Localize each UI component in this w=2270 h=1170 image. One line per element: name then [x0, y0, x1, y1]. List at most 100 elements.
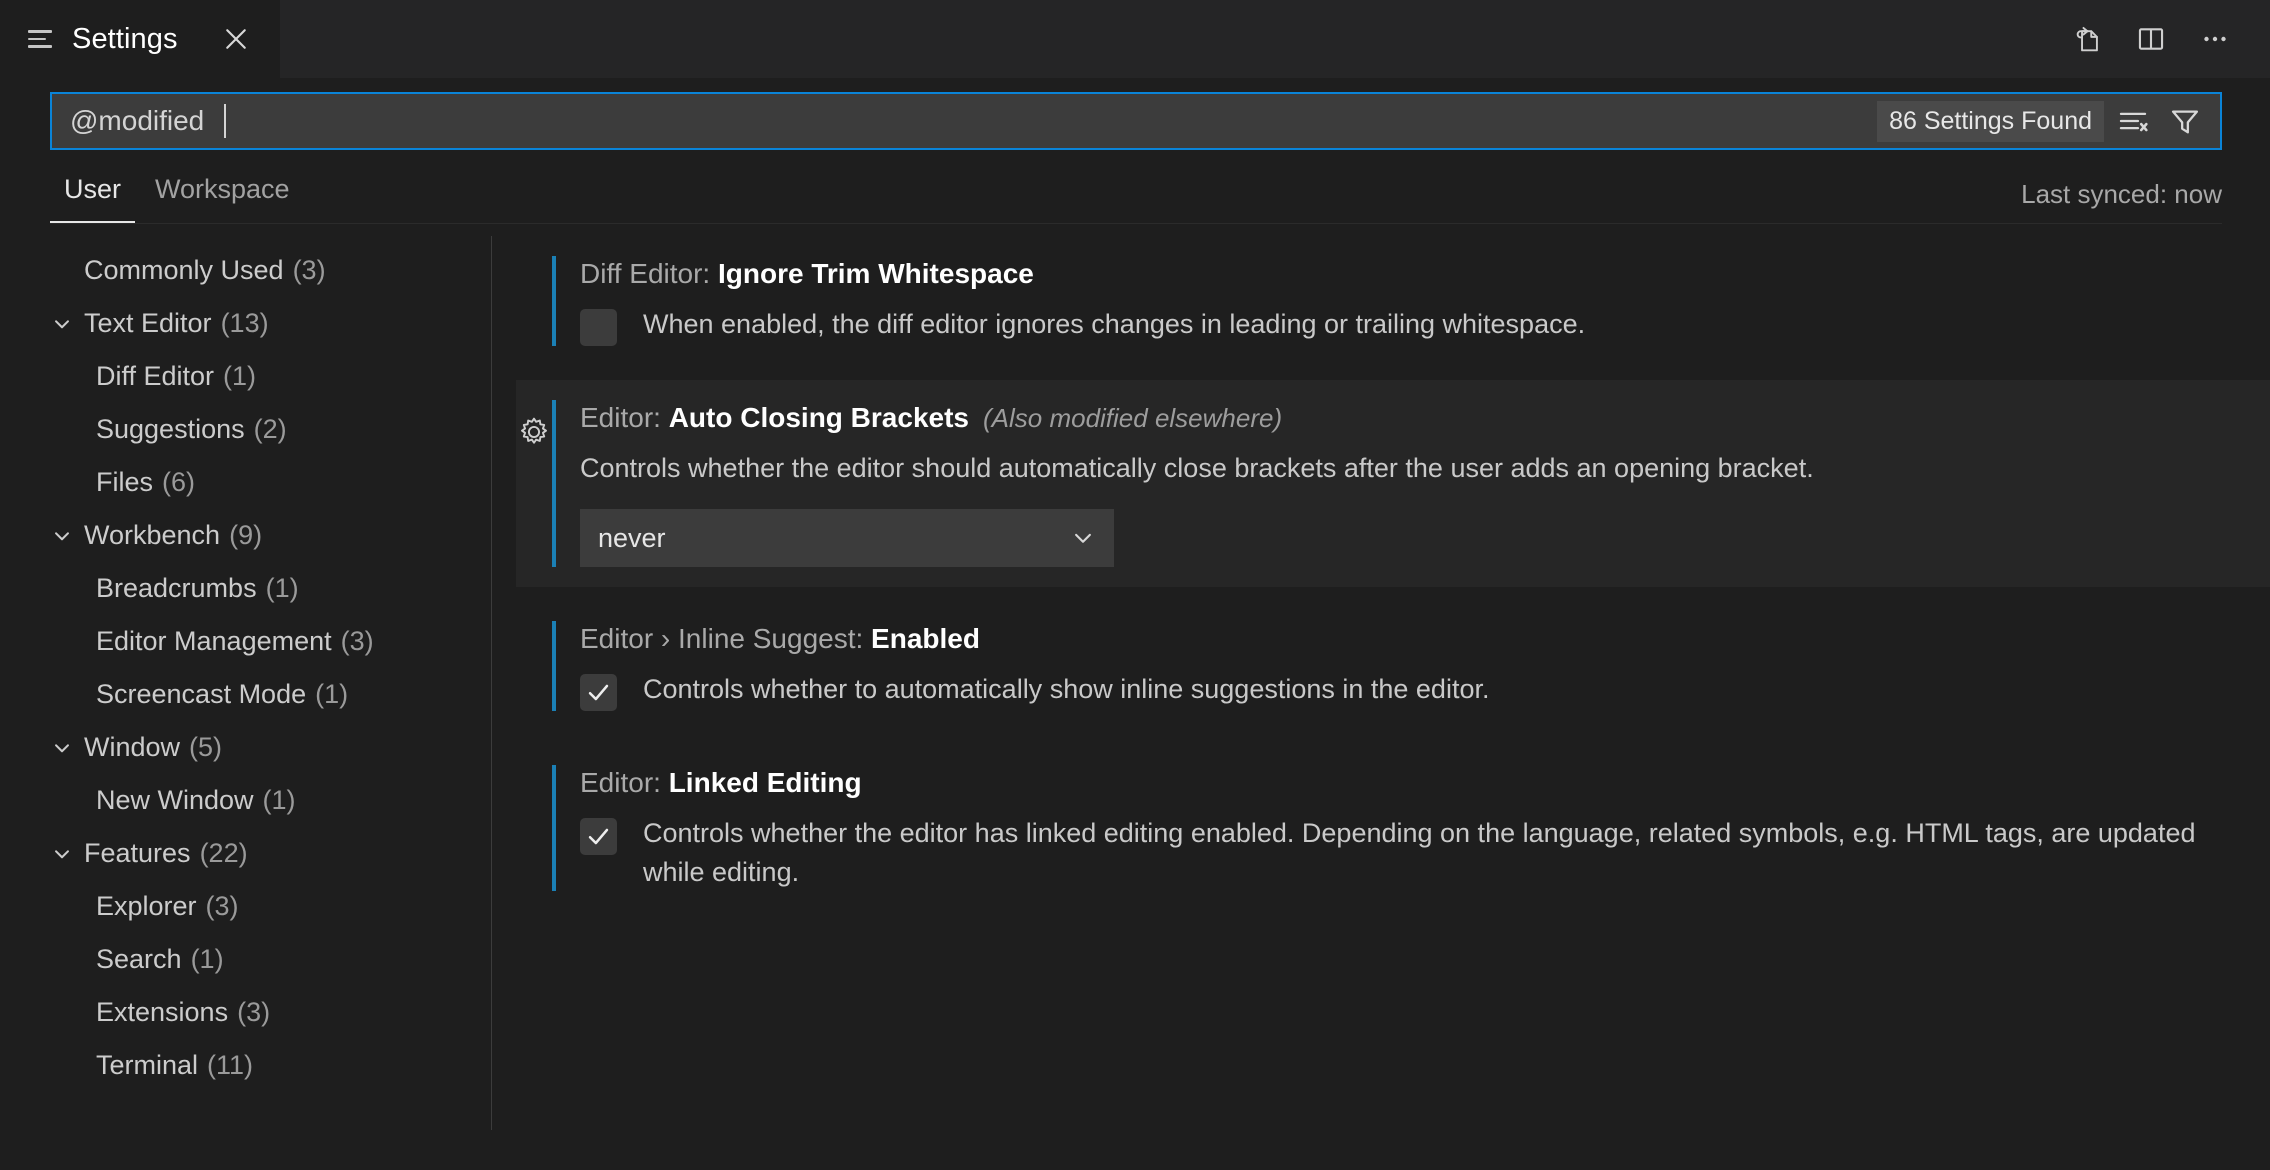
filter-funnel-icon[interactable]: [2162, 98, 2208, 144]
tab-workspace[interactable]: Workspace: [141, 170, 304, 224]
gear-icon[interactable]: [516, 414, 552, 450]
toc-item-suggestions[interactable]: Suggestions (2): [0, 403, 491, 456]
editor-actions: [2060, 0, 2270, 78]
setting-description: Controls whether to automatically show i…: [643, 674, 1490, 705]
chevron-down-icon[interactable]: [40, 841, 84, 867]
search-input[interactable]: @modified 86 Settings Found: [50, 92, 2222, 150]
setting-title: Editor: Auto Closing Brackets (Also modif…: [580, 400, 2230, 435]
toc-item-search[interactable]: Search (1): [0, 933, 491, 986]
setting-content: Editor: Linked Editing Controls whether …: [580, 765, 2270, 891]
toc-item-count: (3): [292, 255, 326, 285]
toc-item-count: (1): [262, 785, 296, 815]
setting-description: Controls whether the editor should autom…: [580, 453, 1814, 483]
toc-item-label: Search: [96, 944, 182, 974]
settings-lines-icon: [28, 26, 54, 52]
toc-item-label: Editor Management: [96, 626, 332, 656]
tab-workspace-label: Workspace: [155, 174, 290, 204]
toc-item-workbench[interactable]: Workbench (9): [0, 509, 491, 562]
toc-item-count: (11): [207, 1050, 254, 1080]
setting-item-enabled[interactable]: Editor › Inline Suggest: Enabled Control…: [516, 601, 2270, 731]
text-caret: [224, 104, 227, 138]
setting-select-value: never: [598, 522, 666, 553]
toc-item-screencast-mode[interactable]: Screencast Mode (1): [0, 668, 491, 721]
toc-item-text-editor[interactable]: Text Editor (13): [0, 297, 491, 350]
setting-content: Diff Editor: Ignore Trim Whitespace When…: [580, 256, 2270, 346]
setting-item-auto-closing-brackets[interactable]: Editor: Auto Closing Brackets (Also modif…: [516, 380, 2270, 588]
settings-body: Commonly Used (3) Text Editor (13) Diff …: [0, 224, 2270, 1130]
tab-settings-label: Settings: [72, 22, 178, 55]
toc-item-label: Files: [96, 467, 154, 497]
setting-title: Editor › Inline Suggest: Enabled: [580, 621, 2230, 656]
toc-item-files[interactable]: Files (6): [0, 456, 491, 509]
toc-item-explorer[interactable]: Explorer (3): [0, 880, 491, 933]
toc-item-new-window[interactable]: New Window (1): [0, 774, 491, 827]
toc-item-label: Extensions: [96, 997, 229, 1027]
toc-item-count: (13): [220, 308, 269, 338]
editor-tab-bar: Settings: [0, 0, 2270, 78]
toc-item-label: Breadcrumbs: [96, 573, 257, 603]
split-editor-icon[interactable]: [2124, 12, 2178, 66]
setting-description-row: Controls whether the editor has linked e…: [580, 814, 2230, 891]
toc-item-editor-management[interactable]: Editor Management (3): [0, 615, 491, 668]
toc-item-features[interactable]: Features (22): [0, 827, 491, 880]
modified-indicator: [552, 621, 556, 712]
toc-item-terminal[interactable]: Terminal (11): [0, 1039, 491, 1092]
scope-divider: [50, 223, 2222, 224]
tab-user-label: User: [64, 174, 122, 204]
setting-gutter: [516, 256, 552, 346]
toc-item-label: Explorer: [96, 891, 197, 921]
toc-item-diff-editor[interactable]: Diff Editor (1): [0, 350, 491, 403]
modified-indicator: [552, 400, 556, 568]
setting-description-row: Controls whether to automatically show i…: [580, 670, 2230, 712]
settings-scope-tabs: User Workspace: [50, 170, 304, 224]
open-settings-json-icon[interactable]: [2060, 12, 2114, 66]
setting-title-prefix: Diff Editor:: [580, 258, 718, 289]
setting-title-prefix: Editor › Inline Suggest:: [580, 623, 872, 655]
modified-indicator: [552, 765, 556, 891]
setting-checkbox[interactable]: [580, 674, 617, 712]
chevron-down-icon[interactable]: [40, 523, 84, 549]
toc-item-count: (1): [265, 573, 299, 603]
search-right-controls: 86 Settings Found: [1877, 98, 2208, 144]
toc-item-label: Commonly Used: [84, 255, 284, 285]
toc-item-commonly-used[interactable]: Commonly Used (3): [0, 244, 491, 297]
setting-content: Editor: Auto Closing Brackets (Also modif…: [580, 400, 2270, 568]
setting-title-name: Enabled: [871, 623, 980, 655]
settings-list: Diff Editor: Ignore Trim Whitespace When…: [492, 236, 2270, 1130]
setting-checkbox[interactable]: [580, 818, 617, 856]
chevron-down-icon[interactable]: [40, 311, 84, 337]
toc-item-count: (6): [162, 467, 196, 497]
toc-item-count: (3): [237, 997, 271, 1027]
chevron-down-icon[interactable]: [40, 735, 84, 761]
setting-select[interactable]: never: [580, 509, 1114, 568]
toc-item-label: Diff Editor: [96, 361, 215, 391]
toc-item-label: New Window: [96, 785, 254, 815]
setting-title-prefix: Editor:: [580, 402, 669, 433]
tab-user[interactable]: User: [50, 170, 136, 224]
toc-item-breadcrumbs[interactable]: Breadcrumbs (1): [0, 562, 491, 615]
settings-scope-row: User Workspace Last synced: now: [0, 150, 2270, 224]
toc-item-count: (22): [199, 838, 248, 868]
setting-item-ignore-trim-whitespace[interactable]: Diff Editor: Ignore Trim Whitespace When…: [516, 236, 2270, 366]
toc-item-label: Text Editor: [84, 308, 212, 338]
setting-gutter: [516, 621, 552, 711]
toc-item-count: (9): [229, 520, 263, 550]
close-icon[interactable]: [216, 19, 256, 59]
clear-search-results-icon[interactable]: [2110, 98, 2156, 144]
toc-item-extensions[interactable]: Extensions (3): [0, 986, 491, 1039]
more-actions-icon[interactable]: [2188, 12, 2242, 66]
setting-title: Diff Editor: Ignore Trim Whitespace: [580, 256, 2230, 291]
toc-item-count: (3): [340, 626, 374, 656]
setting-checkbox[interactable]: [580, 309, 617, 346]
sync-status: Last synced: now: [2021, 179, 2222, 209]
setting-description-row: When enabled, the diff editor ignores ch…: [580, 305, 2230, 346]
tab-settings[interactable]: Settings: [0, 0, 280, 78]
setting-description-row: Controls whether the editor should autom…: [580, 449, 2230, 487]
setting-gutter: [516, 400, 552, 567]
toc-item-count: (1): [190, 944, 224, 974]
setting-title-note: (Also modified elsewhere): [982, 403, 1283, 433]
setting-item-linked-editing[interactable]: Editor: Linked Editing Controls whether …: [516, 745, 2270, 911]
toc-item-window[interactable]: Window (5): [0, 721, 491, 774]
toc-item-label: Workbench: [84, 520, 221, 550]
toc-item-count: (3): [205, 891, 239, 921]
